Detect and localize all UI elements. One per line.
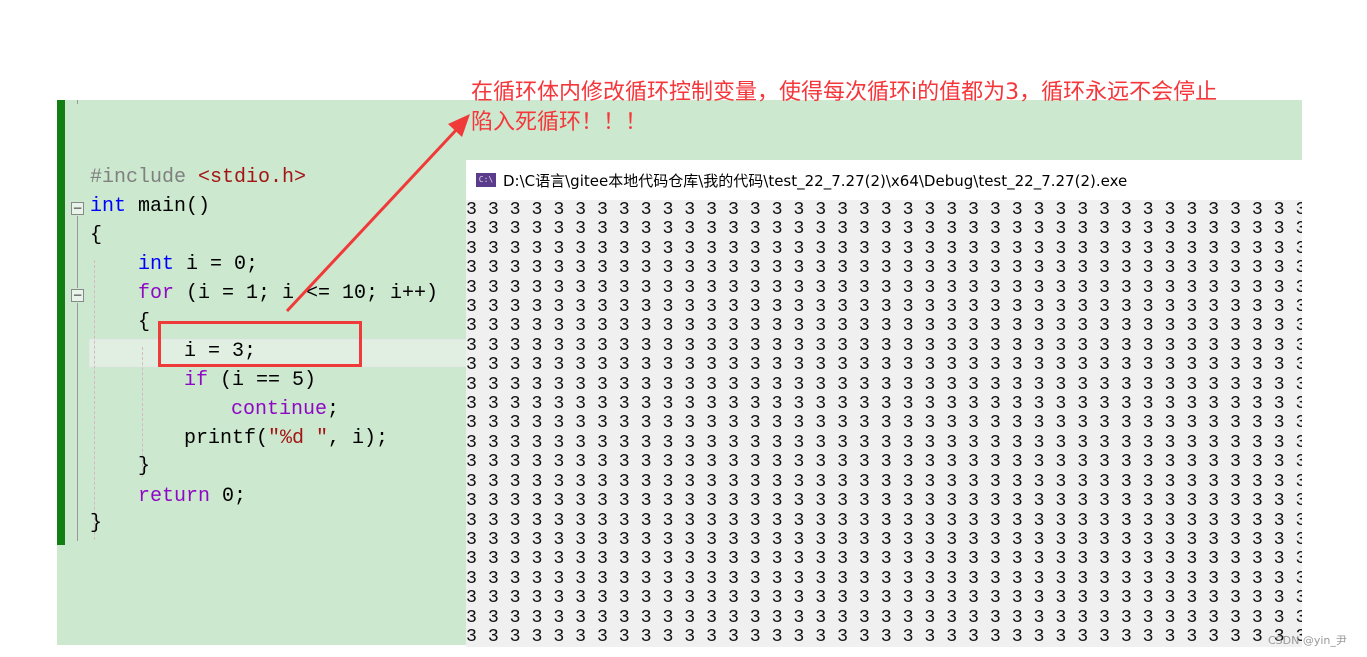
annotation-line-2: 陷入死循环！！！: [471, 110, 648, 135]
watermark: CSDN @yin_尹: [1268, 634, 1347, 647]
annotation-line-1: 在循环体内修改循环控制变量，使得每次循环i的值都为3，循环永远不会停止: [471, 80, 1218, 105]
annotation-text: 在循环体内修改循环控制变量，使得每次循环i的值都为3，循环永远不会停止 陷入死循…: [471, 78, 1217, 138]
